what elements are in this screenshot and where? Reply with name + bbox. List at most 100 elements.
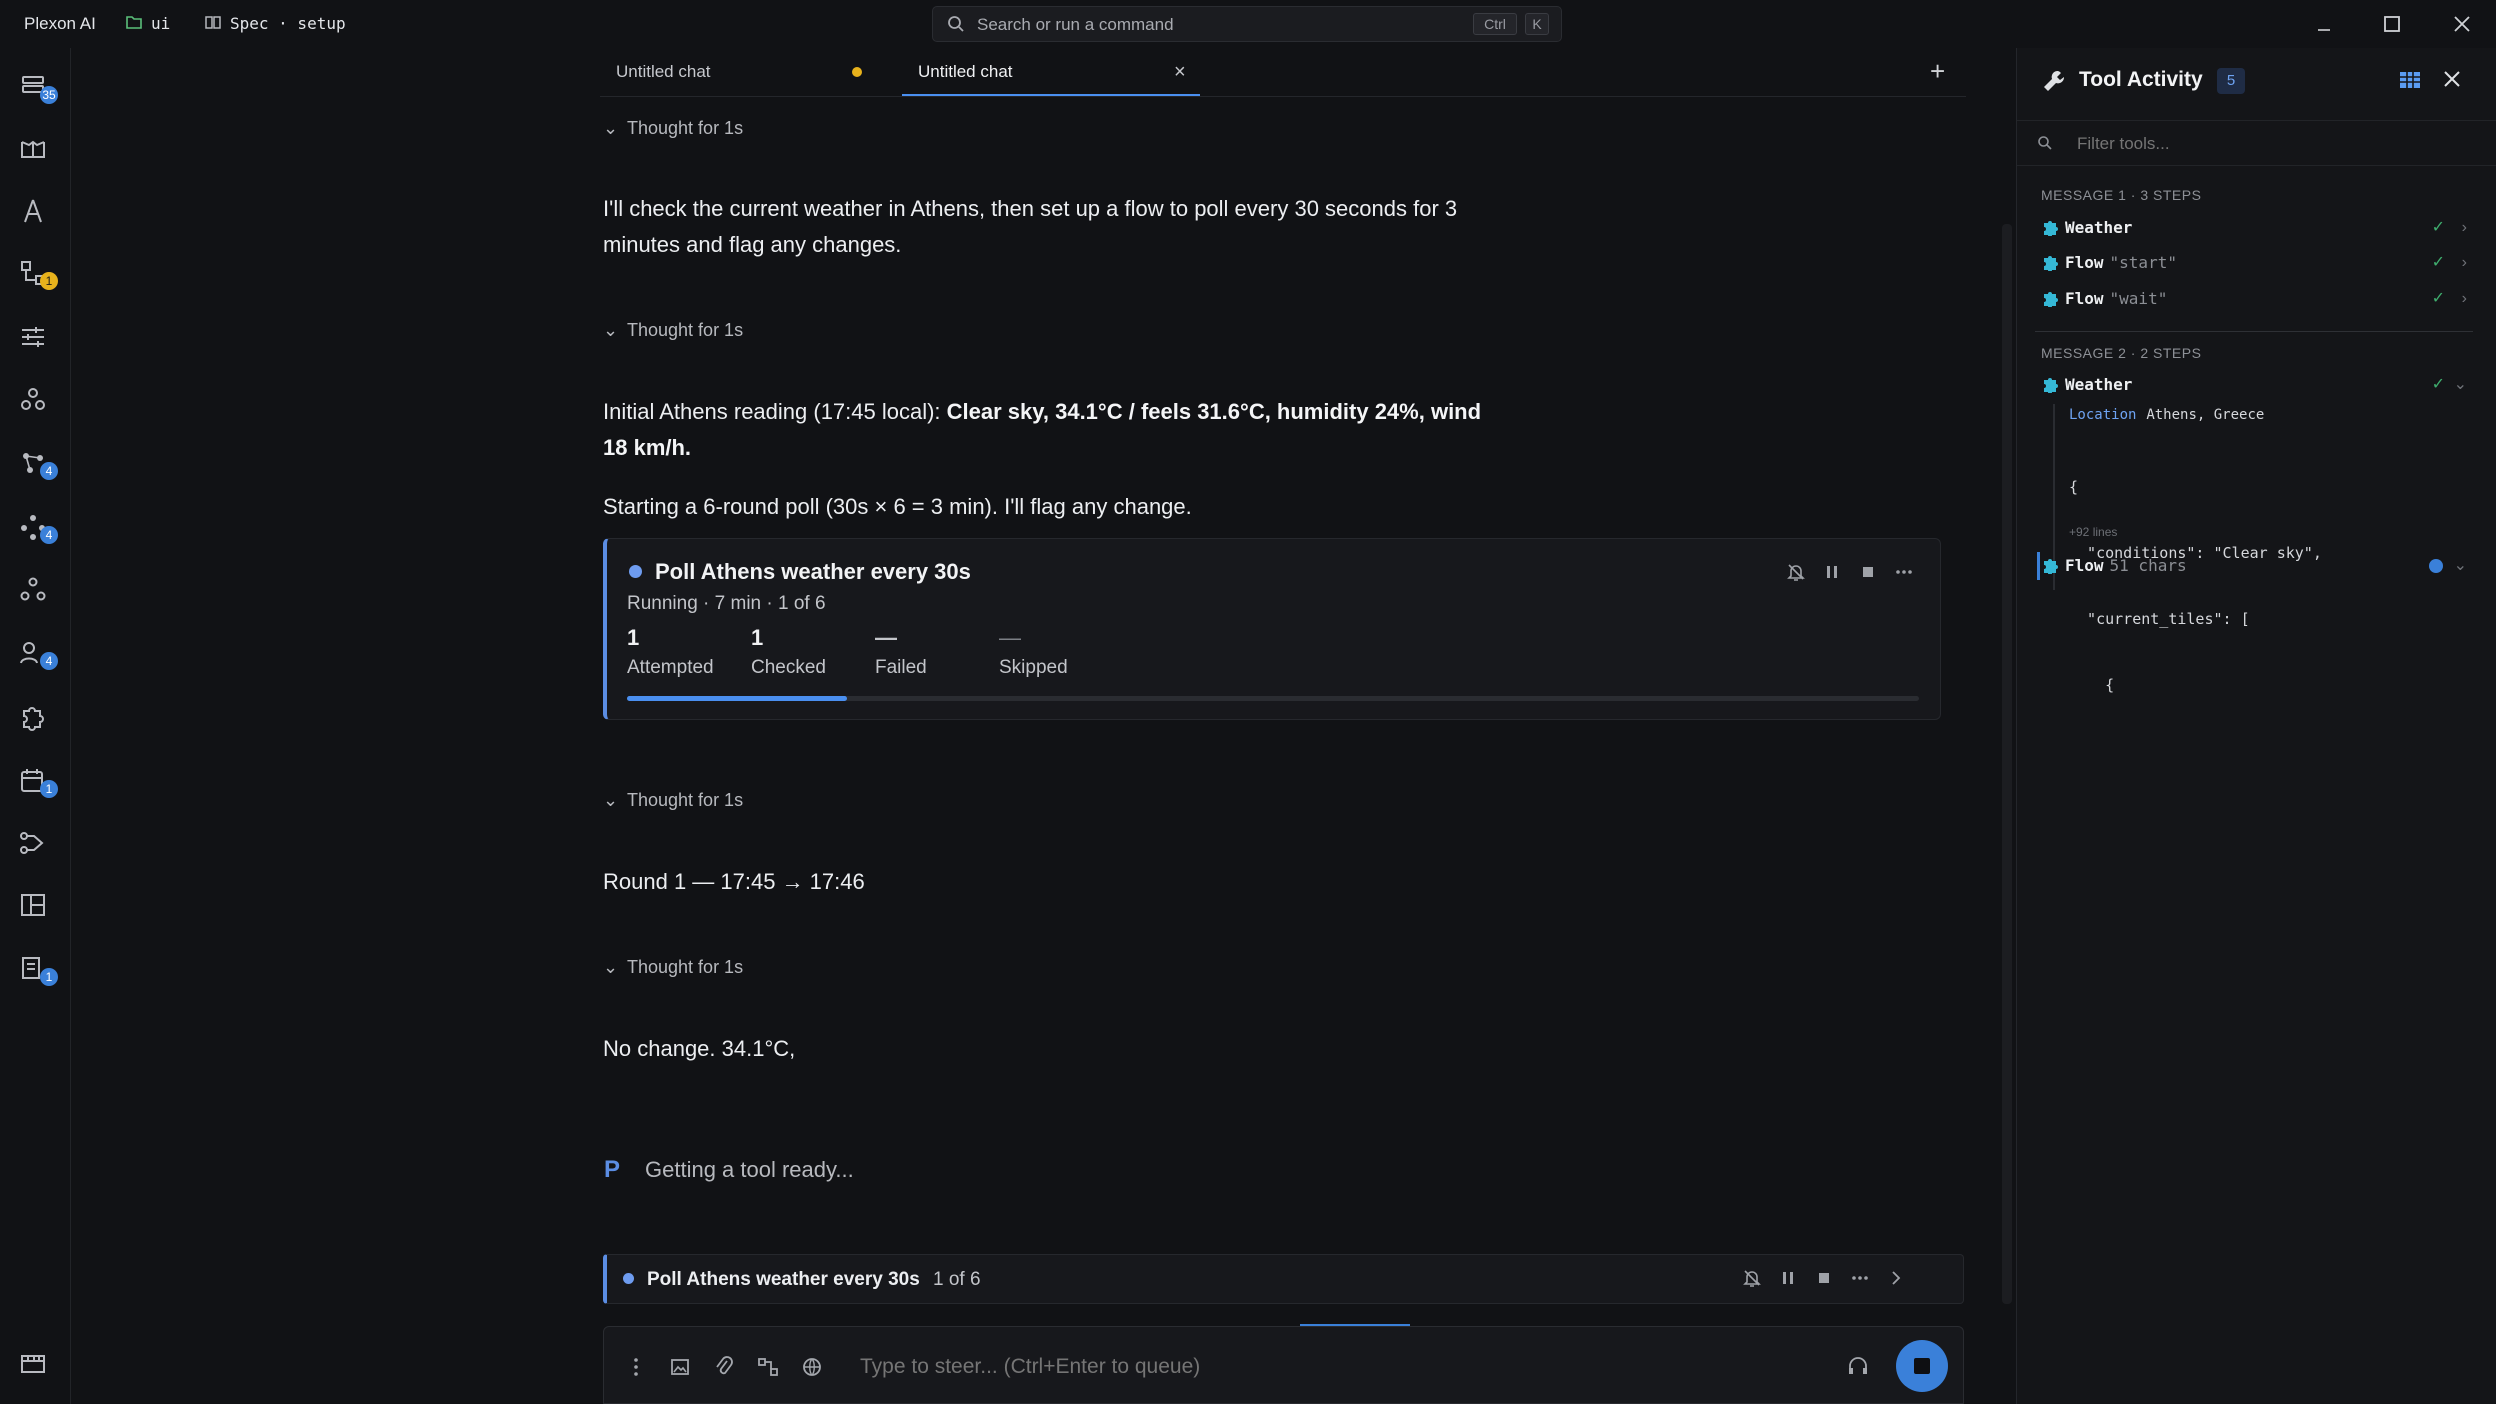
graph-icon[interactable]: 1 [18,258,58,292]
stat-skipped-label: Skipped [999,657,1068,678]
flow-bar-count: 1 of 6 [933,1269,981,1290]
models-icon[interactable]: 4 [18,512,58,546]
close-tab-icon[interactable]: × [1174,48,1186,96]
search-placeholder: Search or run a command [977,15,1174,34]
command-search[interactable]: Search or run a command Ctrl K [932,6,1562,42]
success-check-icon: ✓ [2431,254,2445,271]
folder-name[interactable]: ui [151,14,170,33]
stat-failed-value: — [875,625,897,650]
chevron-right-icon: › [2461,254,2467,271]
more-icon[interactable] [1893,561,1915,583]
tab-label: Untitled chat [918,62,1013,81]
tasks-icon[interactable]: 35 [18,72,58,106]
stat-checked-label: Checked [751,657,826,678]
calendar-icon[interactable]: 1 [18,766,58,800]
tasks-badge: 35 [40,86,58,104]
globe-icon[interactable] [800,1355,824,1384]
flow-bar[interactable]: Poll Athens weather every 30s 1 of 6 [603,1254,1964,1304]
success-check-icon: ✓ [2431,376,2445,393]
nodes-icon[interactable]: 4 [18,448,58,482]
chevron-down-icon: ⌄ [603,790,619,810]
headphones-icon[interactable] [1846,1354,1870,1383]
tool-call-flow-wait[interactable]: Flow "wait" ✓ › [2041,284,2471,314]
library-icon[interactable] [18,134,52,168]
thought-toggle[interactable]: ⌄ Thought for 1s [603,118,743,139]
thought-toggle[interactable]: ⌄ Thought for 1s [603,790,743,811]
attach-icon[interactable] [712,1355,736,1384]
pipeline-icon[interactable] [18,828,52,862]
pause-icon[interactable] [1777,1267,1799,1289]
stop-icon [1914,1358,1930,1374]
sliders-icon[interactable] [18,322,52,356]
more-lines-link[interactable]: +92 lines [2069,525,2117,539]
puzzle-icon[interactable] [18,702,52,736]
hierarchy-icon[interactable] [18,574,52,608]
chevron-right-icon: › [2461,219,2467,236]
stat-skipped-value: — [999,625,1021,650]
agents-icon[interactable]: 4 [18,638,58,672]
tool-puzzle-icon [2044,378,2058,393]
tool-call-flow-running[interactable]: Flow 51 chars ⌄ [2041,551,2471,581]
folder-icon [126,15,142,34]
flow-progress-fill [627,696,847,701]
stop-icon[interactable] [1813,1267,1835,1289]
filter-tools-input[interactable] [2075,131,2459,157]
maximize-icon[interactable] [2382,14,2402,39]
assistant-message: Initial Athens reading (17:45 local): Cl… [603,399,1482,460]
assistant-message: I'll check the current weather in Athens… [603,196,1458,257]
flow-bar-actions [1741,1267,1907,1289]
steer-input[interactable] [858,1347,1622,1387]
flow-icon[interactable] [756,1355,780,1384]
assistant-message: Round 1 — 17:45 → 17:46 [603,869,865,894]
stat-failed-label: Failed [875,657,927,678]
chevron-down-icon: ⌄ [603,118,619,138]
tab-untitled-chat-1[interactable]: Untitled chat [600,48,898,96]
tool-puzzle-icon [2044,256,2058,271]
flow-card[interactable]: Poll Athens weather every 30s Running · … [603,538,1941,720]
search-icon [2037,135,2053,156]
stat-checked-value: 1 [751,625,764,650]
tool-call-flow-start[interactable]: Flow "start" ✓ › [2041,248,2471,278]
param-key: Location [2069,407,2137,423]
thought-toggle[interactable]: ⌄ Thought for 1s [603,957,743,978]
close-window-icon[interactable] [2452,14,2472,39]
menu-dots-icon[interactable] [624,1355,648,1384]
webhook-icon[interactable] [18,384,52,418]
chat-scrollbar[interactable] [2002,224,2012,1304]
tool-call-weather[interactable]: Weather ✓ › [2041,213,2471,243]
bell-off-icon[interactable] [1741,1267,1763,1289]
docs-icon[interactable]: 1 [18,954,58,988]
store-icon[interactable] [18,1348,52,1382]
grid-view-icon[interactable] [2399,69,2421,96]
running-dot-icon [629,565,642,578]
stop-generation-button[interactable] [1896,1340,1948,1392]
more-icon[interactable] [1849,1267,1871,1289]
stop-icon[interactable] [1857,561,1879,583]
models-badge: 4 [40,526,58,544]
tool-filter[interactable] [2017,120,2496,166]
spec-name[interactable]: Spec · setup [230,14,346,33]
tab-untitled-chat-2[interactable]: Untitled chat × [902,48,1200,96]
new-tab-icon[interactable]: + [1930,56,1945,87]
tool-activity-panel: Tool Activity 5 MESSAGE 1 · 3 STEPS Weat… [2016,48,2496,1404]
layout-icon[interactable] [18,890,52,924]
close-panel-icon[interactable] [2441,68,2463,95]
panel-title: Tool Activity [2079,68,2203,91]
running-dot-icon [2429,559,2443,573]
thought-toggle[interactable]: ⌄ Thought for 1s [603,320,743,341]
message-2-header: MESSAGE 2 · 2 STEPS [2041,345,2202,361]
calendar-badge: 1 [40,780,58,798]
bell-off-icon[interactable] [1785,561,1807,583]
tab-label: Untitled chat [616,62,711,81]
tool-call-weather-expanded[interactable]: Weather ✓ ⌄ [2041,370,2471,400]
chevron-right-icon[interactable] [1885,1267,1907,1289]
chevron-down-icon: ⌄ [2453,376,2467,393]
flow-subtitle: Running · 7 min · 1 of 6 [627,593,826,614]
assistant-message: Starting a 6-round poll (30s × 6 = 3 min… [603,494,1192,519]
pause-icon[interactable] [1821,561,1843,583]
compass-icon[interactable] [18,196,52,230]
image-icon[interactable] [668,1355,692,1384]
chat-tabs: Untitled chat Untitled chat × + [600,48,1966,97]
flow-actions [1785,561,1915,583]
minimize-icon[interactable] [2314,14,2334,39]
